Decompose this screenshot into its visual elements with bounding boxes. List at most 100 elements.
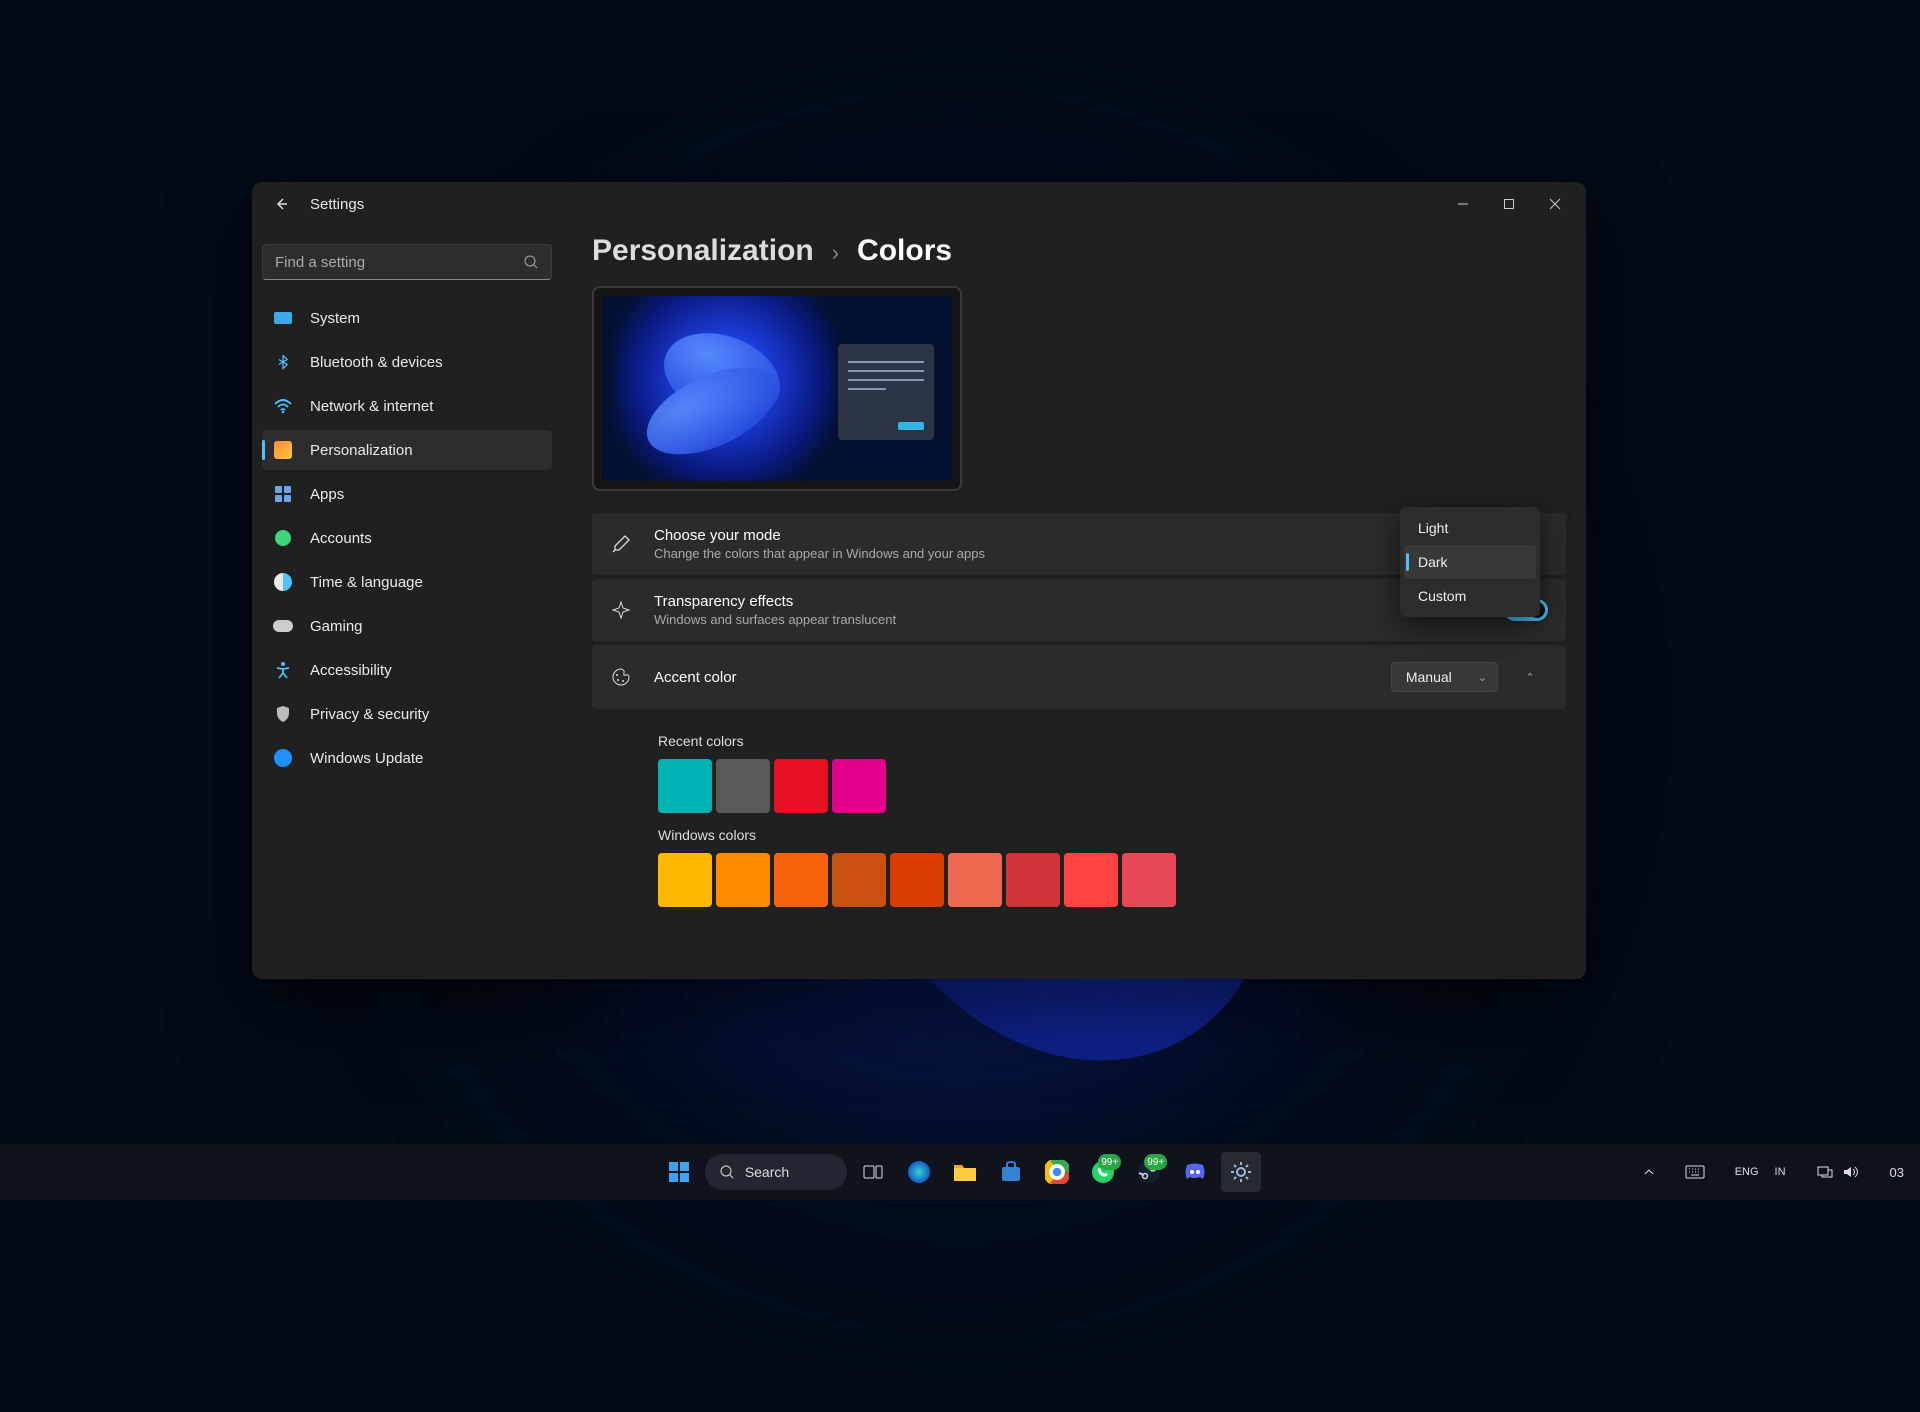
sidebar-item-label: Apps: [310, 486, 344, 503]
taskbar-app-discord[interactable]: [1175, 1152, 1215, 1192]
mode-option-light[interactable]: Light: [1404, 511, 1536, 545]
taskbar-search[interactable]: Search: [705, 1154, 847, 1190]
search-label: Search: [745, 1164, 789, 1180]
sidebar-item-time[interactable]: Time & language: [262, 562, 552, 602]
expand-collapse-button[interactable]: ⌃: [1512, 659, 1548, 695]
tray-overflow[interactable]: [1635, 1162, 1663, 1182]
search-icon: [523, 254, 539, 270]
arrow-left-icon: [273, 196, 289, 212]
windows-colors-row: [658, 853, 1548, 907]
notification-badge: 99+: [1098, 1154, 1121, 1170]
sidebar-item-bluetooth[interactable]: Bluetooth & devices: [262, 342, 552, 382]
color-swatch[interactable]: [1064, 853, 1118, 907]
color-swatch[interactable]: [832, 853, 886, 907]
back-button[interactable]: [266, 189, 296, 219]
close-button[interactable]: [1532, 188, 1578, 220]
chevron-down-icon: ⌄: [1478, 671, 1487, 684]
sidebar-item-personalization[interactable]: Personalization: [262, 430, 552, 470]
maximize-button[interactable]: [1486, 188, 1532, 220]
chevron-up-icon: ⌃: [1525, 671, 1534, 684]
card-title: Transparency effects: [654, 593, 1449, 610]
breadcrumb-current: Colors: [857, 234, 952, 268]
taskbar-app-whatsapp[interactable]: 99+: [1083, 1152, 1123, 1192]
tray-language[interactable]: ENGIN: [1727, 1162, 1794, 1182]
color-swatch[interactable]: [658, 853, 712, 907]
mode-option-dark[interactable]: Dark: [1404, 545, 1536, 579]
accent-mode-dropdown[interactable]: Manual ⌄: [1391, 662, 1498, 692]
taskbar: Search 99+ 99+ ENGIN 03: [0, 1144, 1920, 1200]
color-swatch[interactable]: [890, 853, 944, 907]
tray-clock[interactable]: 03: [1882, 1161, 1912, 1184]
task-view-icon: [862, 1161, 884, 1183]
windows-colors-label: Windows colors: [658, 827, 1548, 843]
gear-icon: [1229, 1160, 1253, 1184]
settings-window: Settings System Bluetooth & devices Netw…: [252, 182, 1586, 979]
clock-icon: [272, 571, 294, 593]
close-icon: [1549, 198, 1561, 210]
windows-icon: [667, 1160, 691, 1184]
sidebar-item-label: Personalization: [310, 442, 413, 459]
taskbar-app-settings[interactable]: [1221, 1152, 1261, 1192]
search-input[interactable]: [275, 254, 523, 271]
network-icon: [1816, 1165, 1834, 1179]
sidebar-item-network[interactable]: Network & internet: [262, 386, 552, 426]
color-swatch[interactable]: [1122, 853, 1176, 907]
color-swatch[interactable]: [1006, 853, 1060, 907]
search-icon: [719, 1164, 735, 1180]
sidebar-item-privacy[interactable]: Privacy & security: [262, 694, 552, 734]
color-swatch[interactable]: [658, 759, 712, 813]
store-icon: [999, 1160, 1023, 1184]
sidebar-item-system[interactable]: System: [262, 298, 552, 338]
apps-icon: [272, 483, 294, 505]
start-button[interactable]: [659, 1152, 699, 1192]
sidebar-item-accessibility[interactable]: Accessibility: [262, 650, 552, 690]
system-tray: ENGIN 03: [1635, 1161, 1912, 1184]
sidebar-item-label: Privacy & security: [310, 706, 429, 723]
recent-colors-label: Recent colors: [658, 733, 1548, 749]
minimize-icon: [1457, 198, 1469, 210]
color-swatch[interactable]: [774, 759, 828, 813]
system-icon: [272, 307, 294, 329]
notification-badge: 99+: [1144, 1154, 1167, 1170]
sidebar-item-label: Gaming: [310, 618, 363, 635]
palette-icon: [610, 666, 632, 688]
mode-option-custom[interactable]: Custom: [1404, 579, 1536, 613]
color-swatch[interactable]: [774, 853, 828, 907]
color-swatch[interactable]: [716, 853, 770, 907]
search-box[interactable]: [262, 244, 552, 280]
chevron-right-icon: ›: [832, 240, 839, 266]
keyboard-icon: [1685, 1165, 1705, 1179]
gaming-icon: [272, 615, 294, 637]
recent-colors-row: [658, 759, 1548, 813]
task-view-button[interactable]: [853, 1152, 893, 1192]
sidebar-item-gaming[interactable]: Gaming: [262, 606, 552, 646]
sidebar-item-label: Bluetooth & devices: [310, 354, 443, 371]
taskbar-app-edge[interactable]: [899, 1152, 939, 1192]
sidebar-item-update[interactable]: Windows Update: [262, 738, 552, 778]
window-title: Settings: [310, 196, 364, 213]
taskbar-app-steam[interactable]: 99+: [1129, 1152, 1169, 1192]
breadcrumb: Personalization › Colors: [592, 234, 1566, 268]
volume-icon: [1842, 1165, 1860, 1179]
tray-keyboard[interactable]: [1677, 1161, 1713, 1183]
preview-window-mock: [838, 344, 934, 440]
sidebar-item-accounts[interactable]: Accounts: [262, 518, 552, 558]
update-icon: [272, 747, 294, 769]
taskbar-app-chrome[interactable]: [1037, 1152, 1077, 1192]
sidebar-item-label: Accounts: [310, 530, 372, 547]
color-swatch[interactable]: [948, 853, 1002, 907]
taskbar-app-store[interactable]: [991, 1152, 1031, 1192]
sparkle-icon: [610, 599, 632, 621]
color-swatch[interactable]: [832, 759, 886, 813]
brush-icon: [610, 533, 632, 555]
breadcrumb-parent[interactable]: Personalization: [592, 234, 814, 268]
discord-icon: [1182, 1161, 1208, 1183]
minimize-button[interactable]: [1440, 188, 1486, 220]
accessibility-icon: [272, 659, 294, 681]
mode-dropdown-flyout: Light Dark Custom: [1400, 507, 1540, 617]
tray-network-sound[interactable]: [1808, 1161, 1868, 1183]
color-swatch[interactable]: [716, 759, 770, 813]
taskbar-app-explorer[interactable]: [945, 1152, 985, 1192]
sidebar-item-apps[interactable]: Apps: [262, 474, 552, 514]
chevron-up-icon: [1643, 1166, 1655, 1178]
